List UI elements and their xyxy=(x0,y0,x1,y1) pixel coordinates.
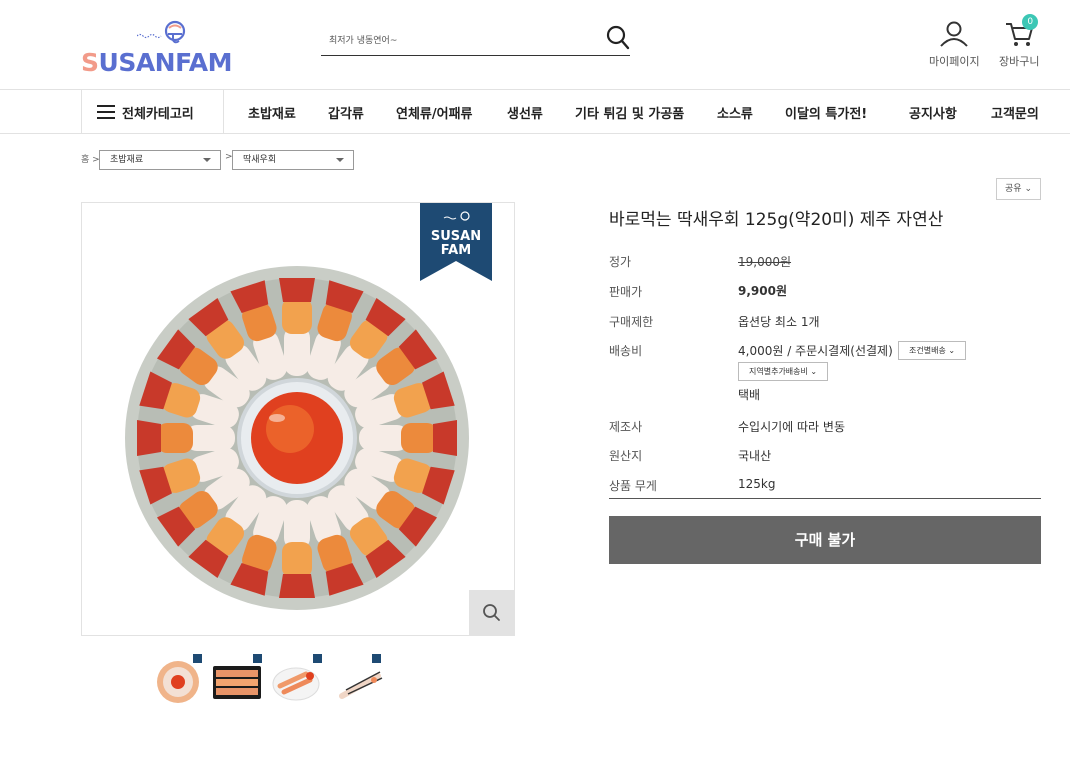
nav-item-inquiry[interactable]: 고객문의 xyxy=(991,103,1039,122)
manufacturer-value: 수입시기에 따라 변동 xyxy=(738,420,845,434)
badge-line1: SUSAN xyxy=(431,229,481,244)
nav-item-sauce[interactable]: 소스류 xyxy=(717,103,753,122)
all-category-button[interactable]: 전체카테고리 xyxy=(81,90,224,134)
nav-item-special[interactable]: 이달의 특가전! xyxy=(785,103,867,122)
weight-value: 125kg xyxy=(738,477,776,491)
thumbnail-image xyxy=(157,654,202,703)
cart-link[interactable]: 0 장바구니 xyxy=(999,14,1040,69)
search-input[interactable] xyxy=(321,31,591,51)
logo-text: SUSANFAM xyxy=(81,48,233,77)
list-price-value: 19,000원 xyxy=(738,255,792,269)
user-icon xyxy=(940,21,969,47)
chevron-down-icon xyxy=(203,158,211,162)
logo[interactable]: SUSANFAM xyxy=(81,20,241,77)
thumbnail-1[interactable] xyxy=(154,654,204,704)
nav-item-notice[interactable]: 공지사항 xyxy=(909,103,957,122)
header: SUSANFAM 마이페이지 0 장바구니 xyxy=(0,0,1070,90)
mypage-link[interactable]: 마이페이지 xyxy=(929,20,980,69)
cart-count-badge: 0 xyxy=(1022,14,1039,30)
nav-item-fish[interactable]: 생선류 xyxy=(507,103,543,122)
purchase-limit-label: 구매제한 xyxy=(609,315,654,329)
mypage-label: 마이페이지 xyxy=(929,55,980,68)
search-bar xyxy=(321,25,630,56)
breadcrumb-product-value: 딱새우회 xyxy=(243,155,277,165)
share-label: 공유 xyxy=(1005,184,1022,194)
thumbnail-2[interactable] xyxy=(212,654,262,704)
sale-price-value: 9,900원 xyxy=(738,284,787,298)
breadcrumb-select-category[interactable]: 초밥재료 xyxy=(99,150,221,170)
search-icon[interactable] xyxy=(606,25,630,51)
shipping-condition-label: 조건별배송 xyxy=(909,346,946,355)
shipping-fee-label: 배송비 xyxy=(609,344,643,358)
sale-price-label: 판매가 xyxy=(609,285,643,299)
cart-label: 장바구니 xyxy=(999,55,1040,68)
zoom-button[interactable] xyxy=(469,590,515,636)
breadcrumb-category-value: 초밥재료 xyxy=(110,155,144,165)
main-nav: 전체카테고리 초밥재료 갑각류 연체류/어패류 생선류 기타 튀김 및 가공품 … xyxy=(0,90,1070,134)
shipping-condition-button[interactable]: 조건별배송 ⌄ xyxy=(898,341,967,360)
thumbnail-3[interactable] xyxy=(272,654,322,704)
nav-item-crustacean[interactable]: 갑각류 xyxy=(328,103,364,122)
origin-label: 원산지 xyxy=(609,449,643,463)
breadcrumb-home[interactable]: 홈 > xyxy=(81,152,100,165)
list-price-label: 정가 xyxy=(609,255,632,269)
shipping-region-button[interactable]: 지역별추가배송비 ⌄ xyxy=(738,362,829,381)
product-title: 바로먹는 딱새우회 125g(약20미) 제주 자연산 xyxy=(609,210,944,230)
buy-button[interactable]: 구매 불가 xyxy=(609,516,1041,564)
logo-shrimp-icon xyxy=(137,20,186,44)
shipping-region-label: 지역별추가배송비 xyxy=(749,367,808,376)
shipping-method: 택배 xyxy=(738,388,761,402)
nav-item-mollusk[interactable]: 연체류/어패류 xyxy=(396,103,473,122)
search-icon xyxy=(483,604,500,621)
share-button[interactable]: 공유 ⌄ xyxy=(996,178,1041,200)
nav-item-sushi[interactable]: 초밥재료 xyxy=(248,103,296,122)
shipping-fee-value: 4,000원 / 주문시결제(선결제) xyxy=(738,344,893,358)
product-main-image[interactable]: SUSAN FAM xyxy=(81,202,515,636)
all-category-label: 전체카테고리 xyxy=(122,106,194,122)
manufacturer-label: 제조사 xyxy=(609,420,643,434)
menu-icon xyxy=(97,105,115,119)
thumbnail-image xyxy=(339,654,383,699)
breadcrumb-select-product[interactable]: 딱새우회 xyxy=(232,150,354,170)
badge-line2: FAM xyxy=(441,243,471,258)
thumbnail-image xyxy=(272,654,322,701)
info-divider xyxy=(609,498,1041,499)
thumbnail-image xyxy=(213,654,262,699)
brand-badge: SUSAN FAM xyxy=(420,203,492,281)
purchase-limit-value: 옵션당 최소 1개 xyxy=(738,315,820,329)
origin-value: 국내산 xyxy=(738,449,772,463)
chevron-down-icon xyxy=(336,158,344,162)
thumbnail-4[interactable] xyxy=(334,654,384,704)
nav-item-fried[interactable]: 기타 튀김 및 가공품 xyxy=(575,103,684,122)
weight-label: 상품 무게 xyxy=(609,479,657,493)
